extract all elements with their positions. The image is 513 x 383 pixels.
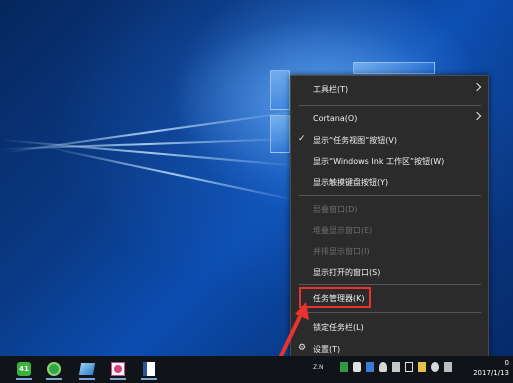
running-indicator [46,378,62,380]
taskbar-app-360[interactable]: 41 [13,358,35,380]
clock-time: 0 [504,359,509,367]
app-360-glyph: 41 [19,365,29,373]
menu-item-label: 层叠窗口(D) [313,204,358,214]
menu-item-toolbars[interactable]: 工具栏(T) [291,80,488,98]
network-icon[interactable] [405,362,413,372]
menu-item-label: 显示“任务视图”按钮(V) [313,135,398,145]
tray-app-icon[interactable] [340,362,348,372]
menu-item-cortana[interactable]: Cortana(O) [291,109,488,127]
menu-item-show-task-view[interactable]: ✓ 显示“任务视图”按钮(V) [291,131,488,149]
taskbar-app-green[interactable] [43,358,65,380]
app-pink-icon [111,362,125,376]
menu-separator [299,312,481,313]
menu-item-label: 堆叠显示窗口(E) [313,225,373,235]
clock-date: 2017/1/13 [473,369,509,377]
app-360-icon: 41 [17,362,31,376]
windows-logo-pane [270,115,290,153]
annotation-arrow-icon [279,302,309,358]
taskbar-app-pink[interactable] [107,358,129,380]
tray-app-icon[interactable] [444,362,452,372]
running-indicator [141,378,157,380]
menu-item-label: 并排显示窗口(I) [313,246,370,256]
app-blue-window-icon [78,363,96,375]
app-green-circle-icon [47,362,61,376]
checkmark-icon: ✓ [298,134,306,144]
taskbar-context-menu: 工具栏(T) Cortana(O) ✓ 显示“任务视图”按钮(V) 显示“Win… [290,75,489,360]
menu-item-show-touch-keyboard[interactable]: 显示触摸键盘按钮(Y) [291,173,488,191]
tray-app-icon[interactable] [366,362,374,372]
menu-item-stacked-windows: 堆叠显示窗口(E) [291,221,488,239]
taskbar-app-word[interactable] [138,358,160,380]
menu-separator [299,105,481,106]
menu-item-show-ink-workspace[interactable]: 显示“Windows Ink 工作区”按钮(W) [291,152,488,170]
running-indicator [16,378,32,380]
taskbar-app-blue[interactable] [76,358,98,380]
chevron-right-icon [472,82,482,92]
menu-item-lock-taskbar[interactable]: 锁定任务栏(L) [291,318,488,336]
ime-indicator[interactable]: Z.N [313,364,324,371]
running-indicator [79,378,95,380]
menu-item-label: 工具栏(T) [313,84,349,94]
menu-item-show-open-windows[interactable]: 显示打开的窗口(S) [291,263,488,281]
tray-app-icon[interactable] [392,362,400,372]
menu-item-label: 显示“Windows Ink 工作区”按钮(W) [313,156,445,166]
shield-icon[interactable] [379,362,387,372]
running-indicator [110,378,126,380]
menu-item-label: 显示打开的窗口(S) [313,267,381,277]
windows-logo-pane [353,62,435,74]
menu-separator [299,284,481,285]
menu-item-cascade-windows: 层叠窗口(D) [291,200,488,218]
menu-item-label: Cortana(O) [313,113,358,123]
chevron-right-icon [472,111,482,121]
tray-app-icon[interactable] [431,362,439,372]
menu-item-label: 锁定任务栏(L) [313,322,364,332]
word-document-icon [143,362,155,376]
windows-logo-pane [270,70,290,110]
menu-item-label: 显示触摸键盘按钮(Y) [313,177,389,187]
tray-app-icon[interactable] [418,362,426,372]
ime-label: Z.N [313,364,324,371]
tray-app-icon[interactable] [353,362,361,372]
menu-item-label: 设置(T) [313,344,341,354]
menu-separator [299,195,481,196]
taskbar-clock[interactable]: 0 2017/1/13 [473,358,509,378]
menu-item-side-by-side: 并排显示窗口(I) [291,242,488,260]
